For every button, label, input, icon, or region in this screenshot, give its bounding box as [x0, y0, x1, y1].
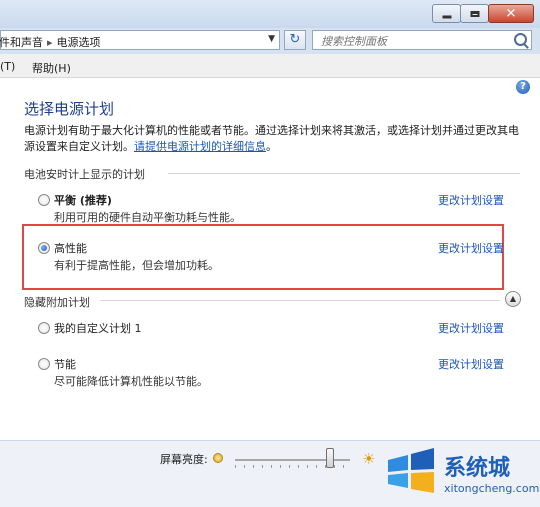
radio-high-performance[interactable]: [38, 242, 50, 254]
watermark-logo: 系统城 xitongcheng.com: [384, 442, 539, 504]
change-plan-settings-link-balanced[interactable]: 更改计划设置: [438, 192, 504, 208]
menu-item-help[interactable]: 帮助(H): [32, 60, 71, 76]
watermark-text: 系统城: [444, 456, 511, 481]
maximize-icon: [470, 10, 479, 17]
change-plan-settings-link-custom[interactable]: 更改计划设置: [438, 320, 504, 336]
address-row: 件和声音 ▸ 电源选项 ▼ ↻: [0, 28, 540, 54]
plan-name: 我的自定义计划 1: [54, 322, 142, 335]
chevron-down-icon[interactable]: ▼: [268, 34, 275, 44]
radio-power-saver[interactable]: [38, 358, 50, 370]
plan-high-performance[interactable]: 高性能 有利于提高性能，但会增加功耗。: [38, 240, 219, 272]
section-battery-plans-heading: 电池安时计上显示的计划: [24, 168, 145, 181]
change-plan-settings-link-power-saver[interactable]: 更改计划设置: [438, 356, 504, 372]
search-box: [312, 30, 532, 50]
plan-description: 有利于提高性能，但会增加功耗。: [54, 259, 219, 272]
brightness-slider-thumb[interactable]: [326, 448, 335, 468]
title-bar: ✕: [0, 0, 540, 28]
plan-description: 利用可用的硬件自动平衡功耗与性能。: [54, 211, 241, 224]
plan-power-saver[interactable]: 节能 尽可能降低计算机性能以节能。: [38, 356, 208, 388]
collapse-button[interactable]: ▲: [505, 291, 521, 307]
power-plan-info-link[interactable]: 请提供电源计划的详细信息: [134, 140, 266, 153]
page-title: 选择电源计划: [24, 100, 115, 118]
brightness-high-icon: ☀: [362, 450, 376, 468]
refresh-icon: ↻: [289, 32, 301, 47]
menu-bar: (T) 帮助(H): [0, 54, 540, 78]
chevron-right-icon: ▸: [47, 36, 53, 49]
radio-custom[interactable]: [38, 322, 50, 334]
page-description: 电源计划有助于最大化计算机的性能或者节能。通过选择计划来将其激活，或选择计划并通…: [24, 123, 524, 155]
watermark-url: xitongcheng.com: [444, 482, 540, 495]
plan-balanced[interactable]: 平衡 (推荐) 利用可用的硬件自动平衡功耗与性能。: [38, 192, 241, 224]
help-icon[interactable]: ?: [516, 80, 530, 94]
search-icon[interactable]: [514, 33, 527, 46]
breadcrumb-item-sound[interactable]: 件和声音: [0, 36, 43, 49]
chevron-up-icon: ▲: [509, 294, 517, 303]
breadcrumb-item-power[interactable]: 电源选项: [57, 36, 101, 49]
plan-name: 高性能: [54, 242, 87, 255]
section-hidden-plans-heading: 隐藏附加计划: [24, 296, 90, 309]
radio-balanced[interactable]: [38, 194, 50, 206]
plan-name: 平衡 (推荐): [54, 194, 112, 207]
section-divider: [168, 173, 520, 174]
minimize-icon: [442, 15, 451, 18]
plan-custom[interactable]: 我的自定义计划 1: [38, 320, 142, 336]
description-line-2: 源设置来自定义计划。: [24, 140, 134, 153]
description-line-2-end: 。: [266, 140, 277, 153]
plan-name: 节能: [54, 358, 76, 371]
search-input[interactable]: [319, 32, 503, 50]
window-controls: ✕: [432, 4, 534, 23]
windows-logo-icon: [388, 448, 434, 493]
change-plan-settings-link-high-performance[interactable]: 更改计划设置: [438, 240, 504, 256]
close-button[interactable]: ✕: [488, 4, 534, 23]
section-divider: [100, 300, 500, 301]
brightness-low-icon: [213, 453, 223, 463]
description-line-1: 电源计划有助于最大化计算机的性能或者节能。通过选择计划来将其激活，或选择计划并通…: [24, 124, 519, 137]
address-bar[interactable]: 件和声音 ▸ 电源选项 ▼: [0, 30, 280, 50]
minimize-button[interactable]: [432, 4, 461, 23]
close-icon: ✕: [505, 6, 517, 21]
plan-description: 尽可能降低计算机性能以节能。: [54, 375, 208, 388]
menu-item-tools[interactable]: (T): [0, 60, 15, 73]
maximize-button[interactable]: [460, 4, 489, 23]
brightness-label: 屏幕亮度:: [160, 453, 208, 466]
refresh-button[interactable]: ↻: [284, 30, 306, 50]
